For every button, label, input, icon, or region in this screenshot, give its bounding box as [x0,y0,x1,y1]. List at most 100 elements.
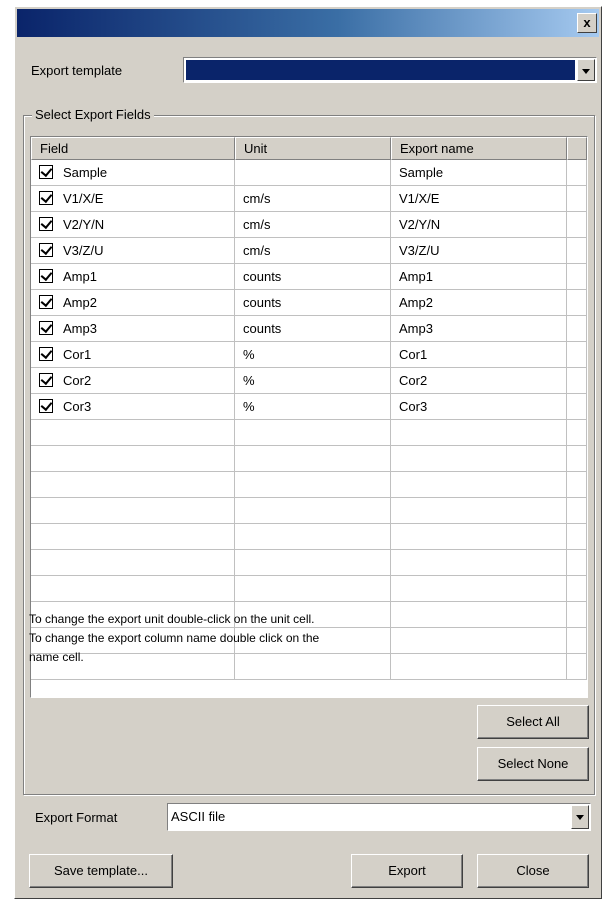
table-row[interactable]: V1/X/E cm/s V1/X/E [31,186,587,212]
field-checkbox[interactable] [39,399,53,413]
export-name-cell[interactable]: V3/Z/U [391,238,567,264]
empty-row [31,576,587,602]
filler-cell [567,498,587,524]
list-rows: Sample Sample V1/X/E cm/s V1/X/E V2/Y/N cm/s V2… [31,160,587,680]
close-window-button[interactable]: x [577,13,597,33]
export-template-combo[interactable] [183,57,597,83]
field-checkbox[interactable] [39,347,53,361]
table-row[interactable]: Amp3 counts Amp3 [31,316,587,342]
unit-cell [235,576,391,602]
table-row[interactable]: Sample Sample [31,160,587,186]
field-label: Cor3 [63,399,92,414]
field-label: Cor2 [63,373,92,388]
export-button[interactable]: Export [351,854,463,888]
column-header-export-name[interactable]: Export name [391,137,567,160]
field-cell: Amp1 [31,264,235,290]
export-name-cell[interactable]: Sample [391,160,567,186]
chevron-down-icon[interactable] [577,59,595,81]
filler-cell [567,394,587,420]
unit-cell[interactable]: % [235,342,391,368]
filler-cell [567,602,587,628]
select-all-button[interactable]: Select All [477,705,589,739]
table-row[interactable]: V3/Z/U cm/s V3/Z/U [31,238,587,264]
filler-cell [567,368,587,394]
close-button[interactable]: Close [477,854,589,888]
filler-cell [567,654,587,680]
field-checkbox[interactable] [39,269,53,283]
export-name-cell[interactable]: Cor1 [391,342,567,368]
filler-cell [567,186,587,212]
unit-cell[interactable]: cm/s [235,186,391,212]
field-checkbox[interactable] [39,243,53,257]
unit-cell [235,524,391,550]
field-cell [31,446,235,472]
filler-cell [567,342,587,368]
export-format-combo[interactable]: ASCII file [167,803,591,831]
select-none-button[interactable]: Select None [477,747,589,781]
field-label: Amp1 [63,269,97,284]
filler-cell [567,550,587,576]
unit-cell[interactable]: counts [235,264,391,290]
export-name-cell[interactable]: Amp2 [391,290,567,316]
export-name-cell [391,472,567,498]
field-label: Sample [63,165,108,180]
filler-cell [567,576,587,602]
export-name-cell[interactable]: Amp3 [391,316,567,342]
column-header-unit[interactable]: Unit [235,137,391,160]
unit-cell[interactable]: counts [235,316,391,342]
filler-cell [567,160,587,186]
field-label: Amp2 [63,295,97,310]
table-row[interactable]: Cor1% Cor1 [31,342,587,368]
field-cell: V3/Z/U [31,238,235,264]
title-bar[interactable]: x [17,9,599,37]
unit-cell [235,550,391,576]
field-cell [31,472,235,498]
field-cell: Cor1 [31,342,235,368]
unit-cell[interactable] [235,160,391,186]
export-format-value: ASCII file [171,809,226,824]
empty-row [31,446,587,472]
field-cell [31,498,235,524]
unit-cell[interactable]: cm/s [235,238,391,264]
export-name-cell[interactable]: Cor3 [391,394,567,420]
field-cell: Cor2 [31,368,235,394]
unit-cell [235,446,391,472]
unit-cell[interactable]: % [235,394,391,420]
table-row[interactable]: Amp2 counts Amp2 [31,290,587,316]
field-label: V1/X/E [63,191,104,206]
template-selection-highlight [186,60,575,80]
field-checkbox[interactable] [39,321,53,335]
chevron-down-icon[interactable] [571,805,589,829]
field-checkbox[interactable] [39,295,53,309]
filler-cell [567,212,587,238]
export-name-cell [391,550,567,576]
save-template-button[interactable]: Save template... [29,854,173,888]
field-cell [31,420,235,446]
field-checkbox[interactable] [39,191,53,205]
field-cell: V1/X/E [31,186,235,212]
export-name-cell [391,576,567,602]
field-label: V3/Z/U [63,243,104,258]
field-label: Amp3 [63,321,97,336]
table-row[interactable]: V2/Y/N cm/s V2/Y/N [31,212,587,238]
field-cell: V2/Y/N [31,212,235,238]
unit-cell [235,472,391,498]
unit-cell[interactable]: counts [235,290,391,316]
hint-text: To change the export unit double-click o… [29,612,320,664]
field-checkbox[interactable] [39,373,53,387]
column-header-field[interactable]: Field [31,137,235,160]
unit-cell[interactable]: % [235,368,391,394]
table-row[interactable]: Cor2% Cor2 [31,368,587,394]
field-checkbox[interactable] [39,217,53,231]
export-name-cell[interactable]: Cor2 [391,368,567,394]
table-row[interactable]: Cor3% Cor3 [31,394,587,420]
field-cell [31,524,235,550]
field-cell: Cor3 [31,394,235,420]
export-name-cell[interactable]: V1/X/E [391,186,567,212]
export-name-cell [391,498,567,524]
unit-cell[interactable]: cm/s [235,212,391,238]
field-checkbox[interactable] [39,165,53,179]
export-name-cell[interactable]: V2/Y/N [391,212,567,238]
table-row[interactable]: Amp1 counts Amp1 [31,264,587,290]
export-name-cell[interactable]: Amp1 [391,264,567,290]
